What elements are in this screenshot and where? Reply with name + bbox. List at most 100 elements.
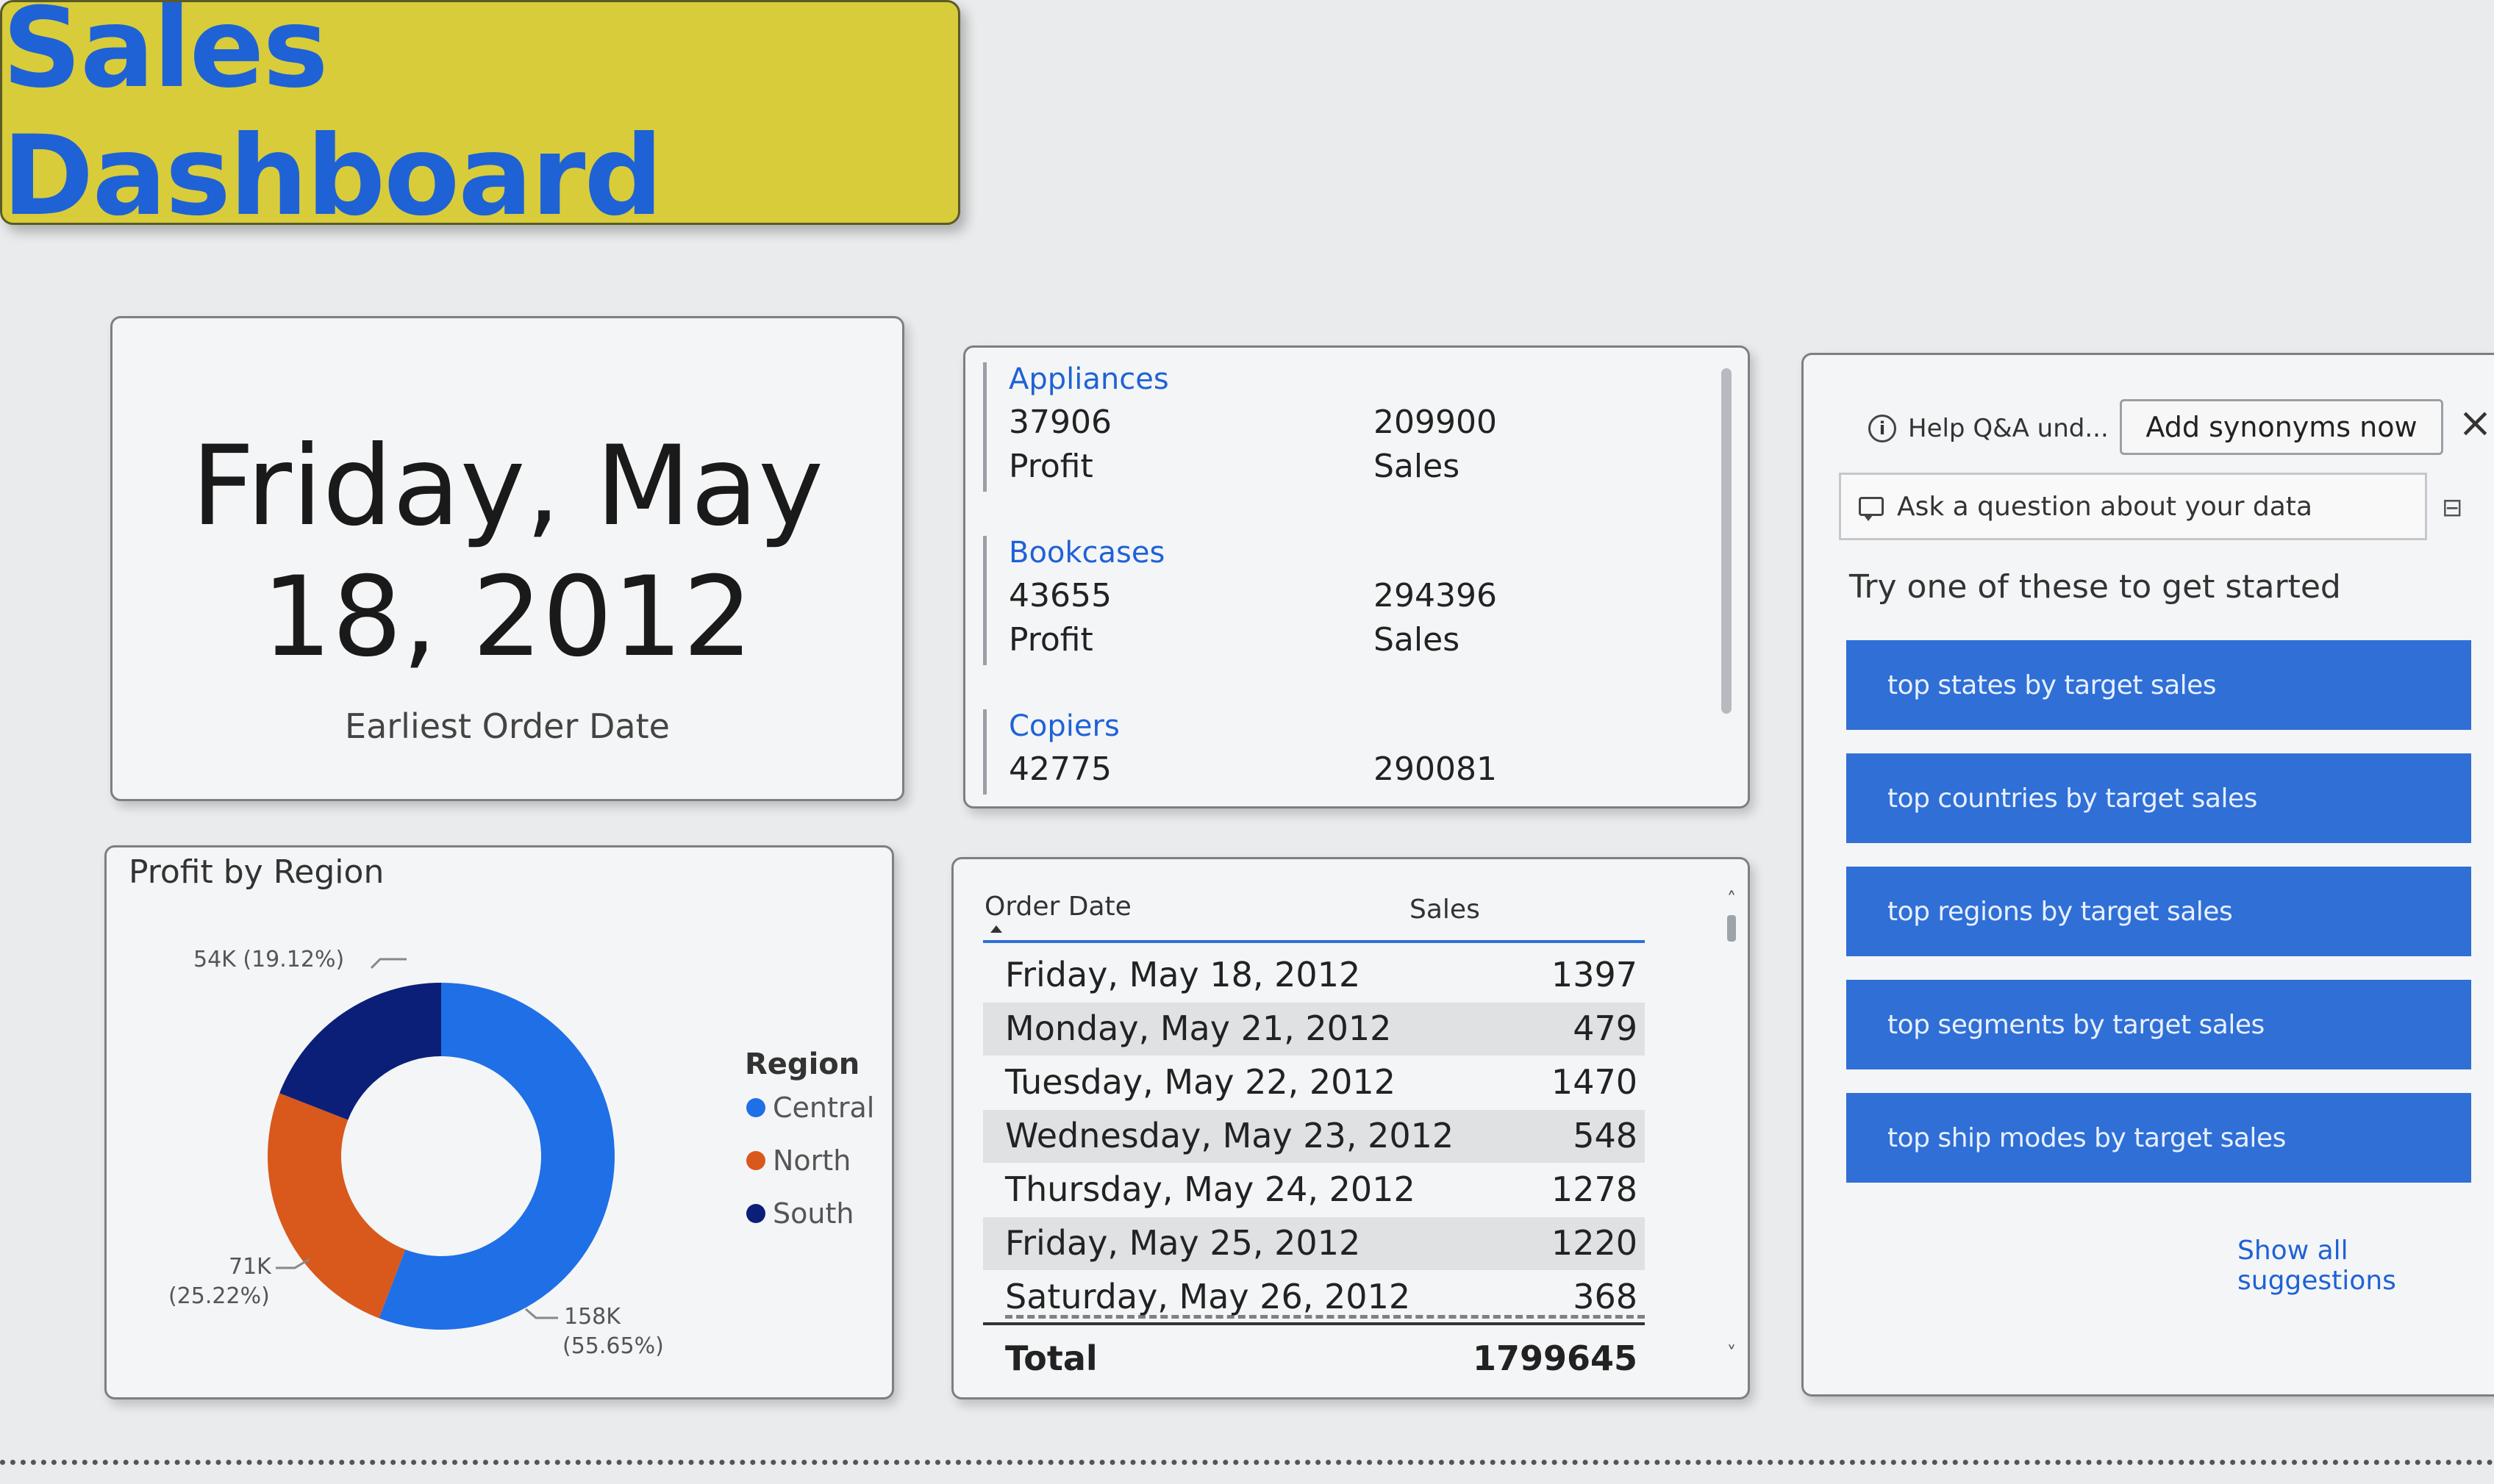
card-scrollbar[interactable] xyxy=(1721,368,1732,714)
donut-slice-north[interactable] xyxy=(268,1093,406,1319)
sales-label: Sales xyxy=(1373,621,1460,659)
table-row[interactable]: Thursday, May 24, 2012 1278 xyxy=(983,1164,1645,1216)
sales-label: Sales xyxy=(1373,448,1460,485)
date-value-line2: 18, 2012 xyxy=(262,553,753,681)
table-row[interactable]: Monday, May 21, 2012 479 xyxy=(983,1003,1645,1055)
data-label-south: 54K (19.12%) xyxy=(193,947,345,972)
category-name: Appliances xyxy=(1009,362,1169,396)
qa-input-placeholder: Ask a question about your data xyxy=(1897,491,2312,522)
sales-value: 294396 xyxy=(1373,577,1497,614)
total-value: 1799645 xyxy=(1472,1338,1637,1378)
data-label-central-pct: (55.65%) xyxy=(562,1333,664,1359)
profit-label: Profit xyxy=(1009,448,1093,485)
category-item-bookcases: Bookcases 43655 294396 Profit Sales xyxy=(983,536,1656,665)
profit-value: 43655 xyxy=(1009,577,1112,614)
qa-help-text: Help Q&A und... xyxy=(1908,414,2109,443)
sales-value: 209900 xyxy=(1373,404,1497,441)
dashboard-title: Sales Dashboard xyxy=(2,0,663,240)
category-item-appliances: Appliances 37906 209900 Profit Sales xyxy=(983,362,1656,492)
suggestion-button[interactable]: top states by target sales xyxy=(1846,640,2471,730)
column-header-sales[interactable]: Sales xyxy=(1409,895,1480,925)
title-banner: Sales Dashboard xyxy=(0,0,960,240)
sales-cell: 368 xyxy=(1573,1277,1637,1316)
table-row[interactable]: Friday, May 18, 2012 1397 xyxy=(983,949,1645,1002)
sales-cell: 1470 xyxy=(1551,1062,1637,1102)
close-icon[interactable]: × xyxy=(2458,399,2493,447)
profit-by-region-card[interactable]: Profit by Region 54K (19.12%) 71K (25.22… xyxy=(104,845,894,1399)
legend-title: Region xyxy=(745,1047,860,1081)
order-date-cell: Thursday, May 24, 2012 xyxy=(1005,1169,1415,1209)
category-multirow-card[interactable]: Appliances 37906 209900 Profit Sales Boo… xyxy=(963,345,1750,809)
show-all-suggestions-link[interactable]: Show all suggestions xyxy=(2237,1236,2494,1296)
sales-cell: 1220 xyxy=(1551,1223,1637,1263)
profit-label: Profit xyxy=(1009,621,1093,659)
suggestion-button[interactable]: top segments by target sales xyxy=(1846,980,2471,1069)
page-boundary xyxy=(0,1460,2494,1465)
order-date-cell: Friday, May 25, 2012 xyxy=(1005,1223,1361,1263)
profit-value: 42775 xyxy=(1009,750,1112,788)
table-scrollbar[interactable]: ˄ ˅ xyxy=(1724,889,1739,1374)
category-item-copiers: Copiers 42775 290081 xyxy=(983,709,1656,795)
legend-dot-central xyxy=(746,1098,765,1117)
category-name: Copiers xyxy=(1009,709,1120,743)
table-row[interactable]: Wednesday, May 23, 2012 548 xyxy=(983,1110,1645,1163)
leader-line-south xyxy=(370,958,407,969)
table-row[interactable]: Tuesday, May 22, 2012 1470 xyxy=(983,1056,1645,1109)
legend-item-south[interactable]: South xyxy=(746,1197,854,1230)
data-label-central-value: 158K xyxy=(564,1304,621,1330)
qa-question-input[interactable]: Ask a question about your data xyxy=(1839,473,2427,540)
legend-label: Central xyxy=(773,1092,875,1124)
profit-value: 37906 xyxy=(1009,404,1112,441)
date-label: Earliest Order Date xyxy=(345,706,670,746)
chat-bubble-icon xyxy=(1859,497,1884,521)
qa-prompt: Try one of these to get started xyxy=(1849,568,2341,606)
category-name: Bookcases xyxy=(1009,536,1165,570)
order-date-cell: Friday, May 18, 2012 xyxy=(1005,955,1361,994)
legend-label: South xyxy=(773,1197,854,1230)
scroll-down-icon[interactable]: ˅ xyxy=(1724,1343,1739,1365)
category-values: 42775 290081 xyxy=(1009,750,1656,795)
qa-help[interactable]: i Help Q&A und... xyxy=(1868,414,2109,443)
donut-slice-south[interactable] xyxy=(279,983,441,1120)
sales-cell: 479 xyxy=(1573,1008,1637,1048)
scroll-thumb[interactable] xyxy=(1727,915,1736,942)
table-total-row: Total 1799645 xyxy=(983,1322,1645,1391)
legend-item-central[interactable]: Central xyxy=(746,1092,874,1124)
table-header: Order Date Sales xyxy=(983,874,1645,943)
sales-cell: 1278 xyxy=(1551,1169,1637,1209)
legend-item-north[interactable]: North xyxy=(746,1144,851,1177)
column-header-order-date[interactable]: Order Date xyxy=(985,892,1132,922)
info-icon: i xyxy=(1868,415,1896,442)
sales-cell: 548 xyxy=(1573,1116,1637,1155)
data-label-north-pct: (25.22%) xyxy=(168,1283,270,1309)
category-value-labels: Profit Sales xyxy=(1009,448,1656,492)
category-value-labels: Profit Sales xyxy=(1009,621,1656,665)
suggestion-button[interactable]: top ship modes by target sales xyxy=(1846,1093,2471,1183)
table-row[interactable]: Friday, May 25, 2012 1220 xyxy=(983,1217,1645,1270)
qa-visual[interactable]: i Help Q&A und... Add synonyms now × Ask… xyxy=(1801,353,2494,1397)
leader-line-central xyxy=(525,1308,558,1319)
category-values: 37906 209900 xyxy=(1009,404,1656,448)
sort-ascending-icon xyxy=(990,925,1002,933)
convert-visual-icon[interactable]: ⊟ xyxy=(2442,493,2463,523)
sales-value: 290081 xyxy=(1373,750,1497,788)
sales-cell: 1397 xyxy=(1551,955,1637,994)
scroll-up-icon[interactable]: ˄ xyxy=(1724,889,1739,911)
add-synonyms-button[interactable]: Add synonyms now xyxy=(2120,399,2443,455)
order-date-cell: Wednesday, May 23, 2012 xyxy=(1005,1116,1454,1155)
legend-dot-north xyxy=(746,1151,765,1170)
category-values: 43655 294396 xyxy=(1009,577,1656,621)
order-date-cell: Saturday, May 26, 2012 xyxy=(1005,1277,1411,1316)
date-value: Friday, May 18, 2012 xyxy=(112,421,902,683)
date-value-line1: Friday, May xyxy=(190,423,824,551)
suggestion-button[interactable]: top countries by target sales xyxy=(1846,753,2471,843)
order-date-cell: Monday, May 21, 2012 xyxy=(1005,1008,1392,1048)
total-label: Total xyxy=(1005,1338,1098,1378)
order-date-cell: Tuesday, May 22, 2012 xyxy=(1005,1062,1396,1102)
sales-by-date-table[interactable]: Order Date Sales Friday, May 18, 2012 139… xyxy=(951,857,1750,1399)
legend-label: North xyxy=(773,1144,851,1177)
data-label-north-value: 71K xyxy=(229,1254,271,1280)
suggestion-button[interactable]: top regions by target sales xyxy=(1846,867,2471,956)
earliest-order-date-card[interactable]: Friday, May 18, 2012 Earliest Order Date xyxy=(110,316,904,801)
legend-dot-south xyxy=(746,1204,765,1223)
